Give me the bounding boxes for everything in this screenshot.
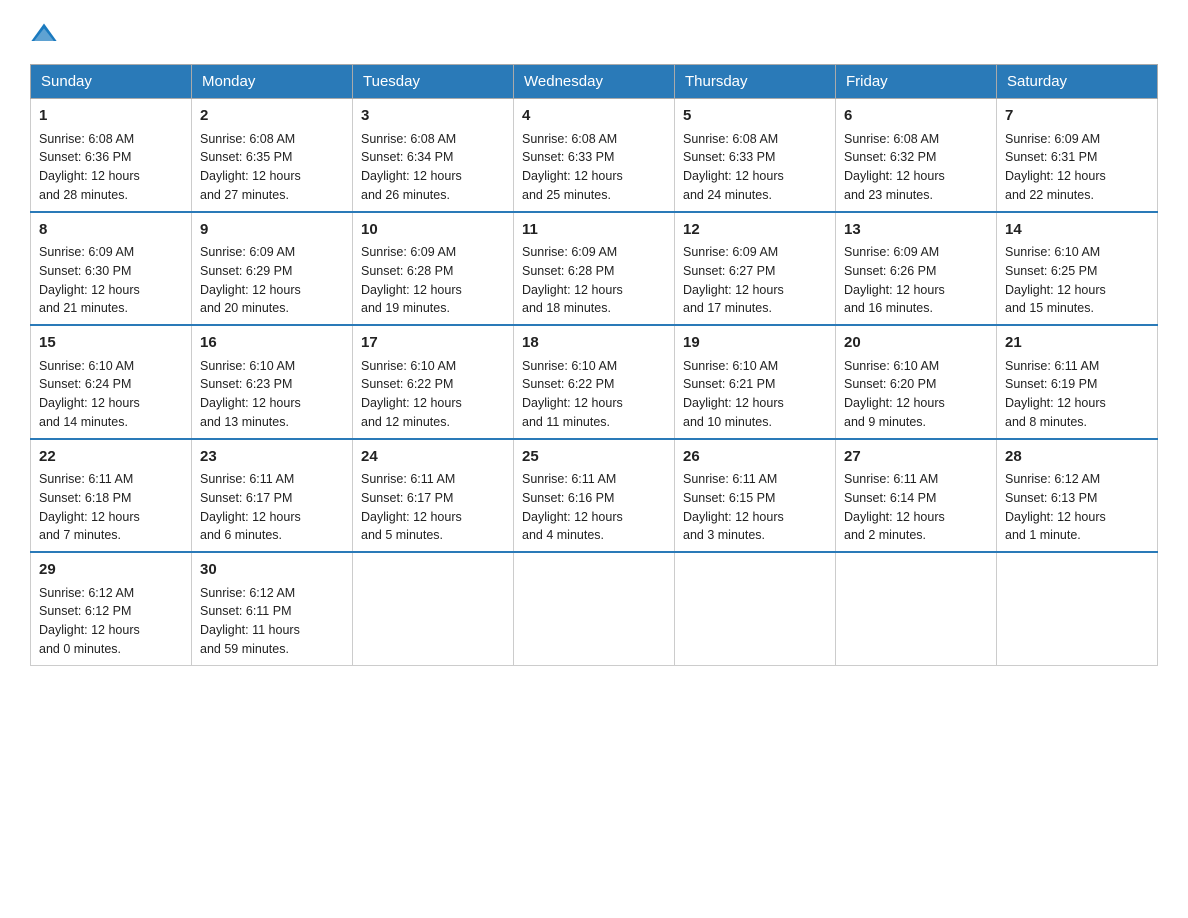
day-number: 18	[522, 332, 666, 355]
day-number: 20	[844, 332, 988, 355]
calendar-cell: 28 Sunrise: 6:12 AM Sunset: 6:13 PM Dayl…	[997, 439, 1158, 553]
col-header-monday: Monday	[192, 65, 353, 99]
calendar-cell: 3 Sunrise: 6:08 AM Sunset: 6:34 PM Dayli…	[353, 99, 514, 212]
calendar-cell: 8 Sunrise: 6:09 AM Sunset: 6:30 PM Dayli…	[31, 212, 192, 326]
col-header-friday: Friday	[836, 65, 997, 99]
day-number: 2	[200, 105, 344, 128]
calendar-week-row: 15 Sunrise: 6:10 AM Sunset: 6:24 PM Dayl…	[31, 325, 1158, 439]
calendar-cell: 6 Sunrise: 6:08 AM Sunset: 6:32 PM Dayli…	[836, 99, 997, 212]
day-number: 26	[683, 446, 827, 469]
day-number: 19	[683, 332, 827, 355]
calendar-cell: 2 Sunrise: 6:08 AM Sunset: 6:35 PM Dayli…	[192, 99, 353, 212]
col-header-thursday: Thursday	[675, 65, 836, 99]
calendar-cell: 25 Sunrise: 6:11 AM Sunset: 6:16 PM Dayl…	[514, 439, 675, 553]
calendar-cell: 24 Sunrise: 6:11 AM Sunset: 6:17 PM Dayl…	[353, 439, 514, 553]
calendar-cell	[675, 552, 836, 665]
calendar-cell: 27 Sunrise: 6:11 AM Sunset: 6:14 PM Dayl…	[836, 439, 997, 553]
calendar-cell: 1 Sunrise: 6:08 AM Sunset: 6:36 PM Dayli…	[31, 99, 192, 212]
calendar-cell: 23 Sunrise: 6:11 AM Sunset: 6:17 PM Dayl…	[192, 439, 353, 553]
col-header-wednesday: Wednesday	[514, 65, 675, 99]
calendar-cell: 11 Sunrise: 6:09 AM Sunset: 6:28 PM Dayl…	[514, 212, 675, 326]
calendar-cell	[353, 552, 514, 665]
page-header	[30, 20, 1158, 48]
calendar-cell: 15 Sunrise: 6:10 AM Sunset: 6:24 PM Dayl…	[31, 325, 192, 439]
calendar-cell: 12 Sunrise: 6:09 AM Sunset: 6:27 PM Dayl…	[675, 212, 836, 326]
day-number: 14	[1005, 219, 1149, 242]
day-number: 22	[39, 446, 183, 469]
calendar-cell	[836, 552, 997, 665]
calendar-cell: 19 Sunrise: 6:10 AM Sunset: 6:21 PM Dayl…	[675, 325, 836, 439]
calendar-table: SundayMondayTuesdayWednesdayThursdayFrid…	[30, 64, 1158, 666]
col-header-saturday: Saturday	[997, 65, 1158, 99]
calendar-cell: 20 Sunrise: 6:10 AM Sunset: 6:20 PM Dayl…	[836, 325, 997, 439]
day-number: 1	[39, 105, 183, 128]
day-number: 12	[683, 219, 827, 242]
calendar-cell: 30 Sunrise: 6:12 AM Sunset: 6:11 PM Dayl…	[192, 552, 353, 665]
day-number: 3	[361, 105, 505, 128]
calendar-cell: 10 Sunrise: 6:09 AM Sunset: 6:28 PM Dayl…	[353, 212, 514, 326]
logo	[30, 20, 64, 48]
calendar-header-row: SundayMondayTuesdayWednesdayThursdayFrid…	[31, 65, 1158, 99]
day-number: 11	[522, 219, 666, 242]
calendar-cell: 18 Sunrise: 6:10 AM Sunset: 6:22 PM Dayl…	[514, 325, 675, 439]
calendar-week-row: 22 Sunrise: 6:11 AM Sunset: 6:18 PM Dayl…	[31, 439, 1158, 553]
day-number: 30	[200, 559, 344, 582]
day-number: 21	[1005, 332, 1149, 355]
day-number: 10	[361, 219, 505, 242]
calendar-cell	[997, 552, 1158, 665]
day-number: 15	[39, 332, 183, 355]
day-number: 25	[522, 446, 666, 469]
calendar-cell: 4 Sunrise: 6:08 AM Sunset: 6:33 PM Dayli…	[514, 99, 675, 212]
day-number: 23	[200, 446, 344, 469]
calendar-week-row: 29 Sunrise: 6:12 AM Sunset: 6:12 PM Dayl…	[31, 552, 1158, 665]
calendar-cell: 16 Sunrise: 6:10 AM Sunset: 6:23 PM Dayl…	[192, 325, 353, 439]
day-number: 17	[361, 332, 505, 355]
calendar-cell: 29 Sunrise: 6:12 AM Sunset: 6:12 PM Dayl…	[31, 552, 192, 665]
calendar-cell: 7 Sunrise: 6:09 AM Sunset: 6:31 PM Dayli…	[997, 99, 1158, 212]
day-number: 24	[361, 446, 505, 469]
day-number: 7	[1005, 105, 1149, 128]
calendar-week-row: 1 Sunrise: 6:08 AM Sunset: 6:36 PM Dayli…	[31, 99, 1158, 212]
calendar-cell: 17 Sunrise: 6:10 AM Sunset: 6:22 PM Dayl…	[353, 325, 514, 439]
calendar-cell: 13 Sunrise: 6:09 AM Sunset: 6:26 PM Dayl…	[836, 212, 997, 326]
day-number: 8	[39, 219, 183, 242]
day-number: 4	[522, 105, 666, 128]
calendar-cell: 9 Sunrise: 6:09 AM Sunset: 6:29 PM Dayli…	[192, 212, 353, 326]
calendar-cell: 22 Sunrise: 6:11 AM Sunset: 6:18 PM Dayl…	[31, 439, 192, 553]
calendar-cell: 14 Sunrise: 6:10 AM Sunset: 6:25 PM Dayl…	[997, 212, 1158, 326]
calendar-cell: 21 Sunrise: 6:11 AM Sunset: 6:19 PM Dayl…	[997, 325, 1158, 439]
calendar-week-row: 8 Sunrise: 6:09 AM Sunset: 6:30 PM Dayli…	[31, 212, 1158, 326]
col-header-tuesday: Tuesday	[353, 65, 514, 99]
day-number: 27	[844, 446, 988, 469]
calendar-cell: 26 Sunrise: 6:11 AM Sunset: 6:15 PM Dayl…	[675, 439, 836, 553]
calendar-cell	[514, 552, 675, 665]
calendar-cell: 5 Sunrise: 6:08 AM Sunset: 6:33 PM Dayli…	[675, 99, 836, 212]
logo-icon	[30, 20, 58, 48]
col-header-sunday: Sunday	[31, 65, 192, 99]
day-number: 6	[844, 105, 988, 128]
day-number: 9	[200, 219, 344, 242]
day-number: 29	[39, 559, 183, 582]
day-number: 28	[1005, 446, 1149, 469]
day-number: 13	[844, 219, 988, 242]
day-number: 16	[200, 332, 344, 355]
day-number: 5	[683, 105, 827, 128]
